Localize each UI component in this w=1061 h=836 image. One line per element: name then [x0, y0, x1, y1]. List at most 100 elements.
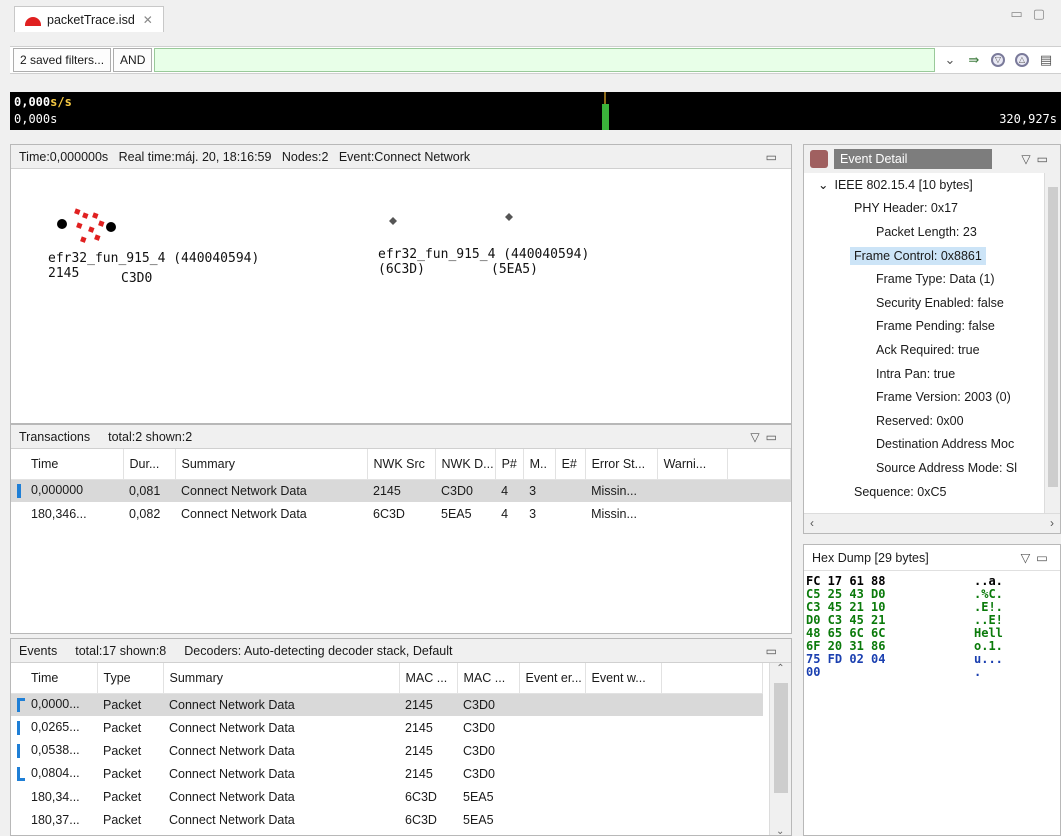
bug-icon	[810, 150, 828, 168]
scroll-thumb[interactable]	[1048, 187, 1058, 487]
tree-item[interactable]: PHY Header: 0x17	[804, 197, 1044, 221]
column-header[interactable]: Time	[11, 663, 98, 694]
column-header[interactable]: Error St...	[585, 449, 658, 480]
node-dot[interactable]	[106, 222, 116, 232]
timeline-start: 0,000s	[14, 112, 58, 126]
scroll-up-icon[interactable]: ⌃	[770, 663, 791, 674]
minimize-icon[interactable]: ▭	[1010, 6, 1032, 21]
event-detail-panel: Event Detail ▽▭ ⌄ IEEE 802.15.4 [10 bytes…	[803, 144, 1061, 534]
column-header[interactable]: Event w...	[585, 663, 662, 694]
table-row[interactable]: 0,0265... Packet Connect Network Data 21…	[11, 716, 763, 739]
table-cell	[585, 739, 661, 762]
maximize-panel-icon[interactable]: ▭	[766, 644, 783, 658]
column-header[interactable]: Event er...	[519, 663, 586, 694]
hex-dump-title: Hex Dump [29 bytes]	[812, 550, 929, 565]
table-row[interactable]: 180,37... Packet Connect Network Data 6C…	[11, 808, 763, 831]
column-header[interactable]: Summary	[163, 663, 400, 694]
column-header[interactable]: Type	[97, 663, 164, 694]
chevron-down-icon[interactable]: ⌄	[818, 177, 828, 192]
column-header[interactable]: NWK Src	[367, 449, 436, 480]
node2-left-address: (6C3D)	[378, 262, 425, 277]
table-row[interactable]: 0,0000... Packet Connect Network Data 21…	[11, 693, 763, 716]
tree-item[interactable]: Packet Length: 23	[804, 220, 1044, 244]
table-cell: Packet	[103, 766, 142, 781]
column-header[interactable]: Warni...	[657, 449, 728, 480]
tree-item[interactable]: Security Enabled: false	[804, 291, 1044, 315]
saved-filters-button[interactable]: 2 saved filters...	[13, 48, 112, 72]
detail-horizontal-scrollbar[interactable]: ‹ ›	[804, 513, 1060, 533]
filter-notes-icon[interactable]: ▤	[1037, 51, 1055, 69]
tree-item[interactable]: Source Address Mode: Sl	[804, 456, 1044, 480]
table-cell	[661, 808, 763, 831]
table-cell: Connect Network Data	[175, 479, 367, 502]
filter-operator-button[interactable]: AND	[113, 48, 153, 72]
table-cell: Missin...	[591, 506, 637, 521]
column-header[interactable]: E#	[555, 449, 586, 480]
table-row[interactable]: 0,0804... Packet Connect Network Data 21…	[11, 762, 763, 785]
table-cell	[519, 808, 585, 831]
network-status-line: Time:0,000000s Real time:máj. 20, 18:16:…	[19, 149, 471, 164]
tree-item[interactable]: Intra Pan: true	[804, 362, 1044, 386]
tree-item[interactable]: ⌄ IEEE 802.15.4 [10 bytes]	[804, 173, 1044, 197]
events-panel: Events total:17 shown:8 Decoders: Auto-d…	[10, 638, 792, 836]
column-header[interactable]: NWK D...	[435, 449, 496, 480]
table-cell	[585, 808, 661, 831]
node-dot[interactable]	[57, 219, 67, 229]
maximize-icon[interactable]: ▢	[1033, 6, 1055, 21]
table-cell: Packet	[103, 789, 142, 804]
tree-item[interactable]: Destination Address Moc	[804, 433, 1044, 457]
table-row[interactable]: 0,0538... Packet Connect Network Data 21…	[11, 739, 763, 762]
events-decoders: Decoders: Auto-detecting decoder stack, …	[184, 643, 453, 658]
column-header[interactable]: Summary	[175, 449, 368, 480]
view-menu-icon[interactable]: ▽▭	[1021, 152, 1054, 166]
tree-item[interactable]: Frame Pending: false	[804, 315, 1044, 339]
table-cell: 180,37...	[31, 812, 80, 827]
view-menu-icon[interactable]: ▽▭	[750, 430, 783, 444]
close-icon[interactable]: ✕	[143, 13, 153, 27]
tree-item[interactable]: Reserved: 0x00	[804, 409, 1044, 433]
column-header[interactable]: Dur...	[123, 449, 176, 480]
filter-down-icon[interactable]: ▽	[989, 51, 1007, 69]
column-header[interactable]: P#	[495, 449, 524, 480]
tree-item-selected[interactable]: Frame Control: 0x8861	[804, 244, 1044, 268]
table-row[interactable]: 0,000000 0,081 Connect Network Data 2145…	[11, 479, 791, 502]
filter-up-icon[interactable]: △	[1013, 51, 1031, 69]
cell-time: 0,0000...	[31, 697, 80, 712]
editor-tab[interactable]: packetTrace.isd ✕	[14, 6, 164, 32]
table-cell: 0,0804...	[11, 762, 97, 785]
network-panel-header: Time:0,000000s Real time:máj. 20, 18:16:…	[11, 145, 791, 169]
view-menu-icon[interactable]: ▽▭	[1021, 550, 1054, 565]
table-cell: 2145	[405, 743, 433, 758]
chevron-down-icon[interactable]: ⌄	[941, 51, 959, 69]
hex-dump-header: Hex Dump [29 bytes] ▽▭	[804, 545, 1060, 571]
group-start-marker	[17, 698, 25, 713]
column-header-empty	[727, 449, 792, 480]
column-header[interactable]: MAC ...	[457, 663, 520, 694]
table-cell	[657, 479, 728, 502]
scroll-down-icon[interactable]: ⌄	[776, 826, 784, 835]
column-header[interactable]: M..	[523, 449, 556, 480]
table-row[interactable]: 180,346... 0,082 Connect Network Data 6C…	[11, 502, 791, 525]
detail-vertical-scrollbar[interactable]	[1044, 173, 1060, 513]
apply-filter-icon[interactable]: ⇛	[965, 51, 983, 69]
column-header[interactable]: Time	[11, 449, 124, 480]
tree-item[interactable]: Frame Version: 2003 (0)	[804, 385, 1044, 409]
node-dot-gray	[389, 213, 513, 225]
table-cell: 5EA5	[463, 812, 494, 827]
table-cell: 5EA5	[441, 506, 472, 521]
table-cell	[555, 502, 585, 525]
tree-item[interactable]: Frame Type: Data (1)	[804, 267, 1044, 291]
tree-item[interactable]: Sequence: 0xC5	[804, 480, 1044, 504]
hex-dump-content[interactable]: FC 17 61 88 ..a. C5 25 43 D0 .%C. C3 45 2…	[804, 571, 1060, 679]
timeline[interactable]: 0,000s/s 0,000s 320,927s	[10, 92, 1061, 130]
filter-input[interactable]	[154, 48, 935, 72]
table-cell: 3	[523, 479, 556, 502]
tree-item[interactable]: Ack Required: true	[804, 338, 1044, 362]
scroll-left-icon[interactable]: ‹	[810, 516, 814, 530]
maximize-panel-icon[interactable]: ▭	[766, 150, 783, 164]
column-header[interactable]: MAC ...	[399, 663, 458, 694]
scroll-right-icon[interactable]: ›	[1050, 516, 1054, 530]
scroll-thumb[interactable]	[774, 683, 788, 793]
events-scrollbar[interactable]: ⌃ ⌄	[769, 663, 791, 835]
table-row[interactable]: 180,34... Packet Connect Network Data 6C…	[11, 785, 763, 808]
